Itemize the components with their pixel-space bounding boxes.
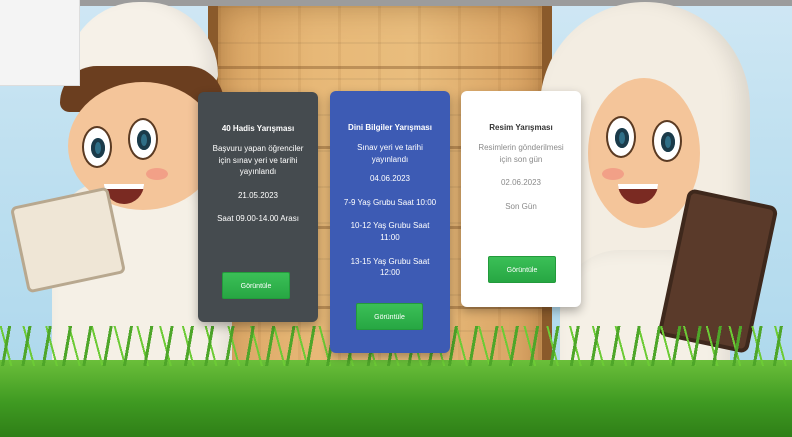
competition-card-religious-knowledge: Dini Bilgiler Yarışması Sınav yeri ve ta… — [330, 91, 450, 353]
card-schedule: 10-12 Yaş Grubu Saat 11:00 — [350, 221, 430, 242]
card-text: yayınlandı — [239, 167, 277, 177]
card-title: Dini Bilgiler Yarışması — [348, 123, 432, 132]
girl-eye — [652, 120, 682, 162]
competition-card-hadith: 40 Hadis Yarışması Başvuru yapan öğrenci… — [198, 92, 318, 322]
card-time: Saat 09.00-14.00 Arası — [217, 214, 299, 224]
card-status: Son Gün — [505, 201, 537, 211]
corner-placeholder-box — [0, 0, 80, 86]
hero-banner: 40 Hadis Yarışması Başvuru yapan öğrenci… — [0, 0, 792, 437]
card-text: için son gün — [499, 154, 543, 164]
card-date: 04.06.2023 — [369, 174, 411, 184]
card-text: Başvuru yapan öğrenciler — [212, 144, 304, 153]
card-date: 21.05.2023 — [237, 190, 279, 200]
card-schedule: 7-9 Yaş Grubu Saat 10:00 — [343, 197, 437, 207]
card-schedule: 13-15 Yaş Grubu Saat 12:00 — [350, 256, 430, 278]
card-title: Resim Yarışması — [489, 123, 553, 132]
girl-eye — [606, 116, 636, 158]
card-text: Resimlerin gönderilmesi — [478, 143, 564, 152]
card-title: 40 Hadis Yarışması — [221, 124, 295, 133]
card-text: için sınav yeri ve tarihi — [218, 155, 298, 165]
girl-face — [588, 78, 700, 228]
card-date: 02.06.2023 — [500, 178, 542, 188]
girl-blush — [602, 168, 624, 180]
view-button[interactable]: Görüntüle — [356, 303, 423, 330]
card-text: Sınav yeri ve tarihi — [357, 143, 423, 152]
view-button[interactable]: Görüntüle — [488, 256, 556, 283]
card-text: yayınlandı — [371, 154, 409, 164]
competition-card-painting: Resim Yarışması Resimlerin gönderilmesi … — [461, 91, 581, 307]
view-button[interactable]: Görüntüle — [222, 272, 290, 299]
grass-foreground — [0, 326, 792, 437]
